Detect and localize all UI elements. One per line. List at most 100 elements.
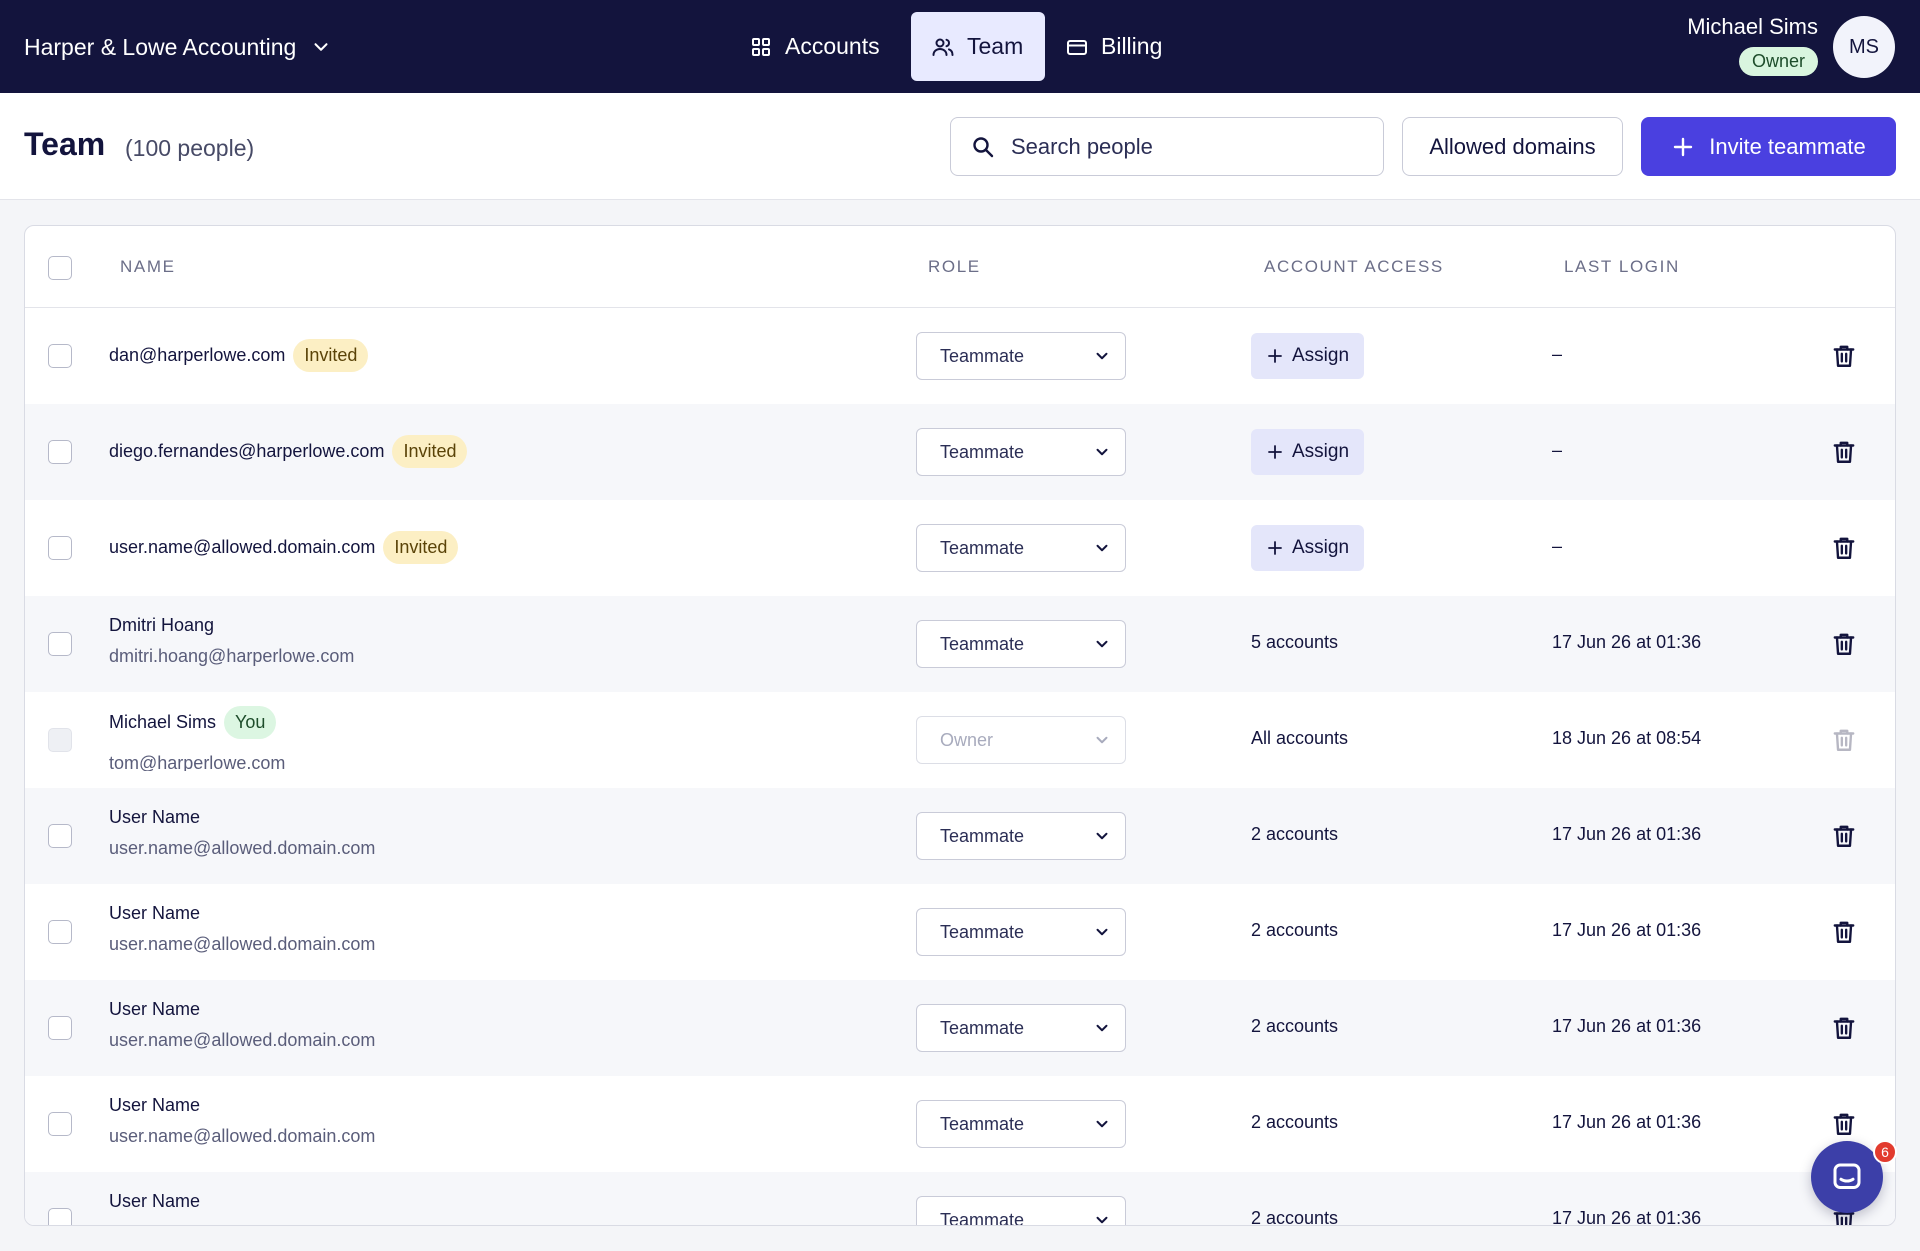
role-select[interactable]: Teammate [916,812,1126,860]
role-value: Teammate [940,345,1025,366]
tab-team[interactable]: Team [911,12,1045,81]
user-name: Michael Sims [1687,14,1818,39]
table-row: Dmitri Hoang dmitri.hoang@harperlowe.com… [25,596,1895,692]
role-select: Owner [916,716,1126,764]
table-row: User Name user.name@allowed.domain.com T… [25,788,1895,884]
member-cell: Michael Sims You [109,706,277,739]
role-select[interactable]: Teammate [916,620,1126,668]
table-row: User Name user.name@allowed.domain.com T… [25,884,1895,980]
invite-teammate-label: Invite teammate [1709,133,1866,159]
chevron-down-icon [1096,352,1108,360]
account-access: 2 accounts [1251,1208,1339,1226]
assign-button[interactable]: Assign [1251,429,1364,475]
table-row: user.name@allowed.domain.com Invited Team… [25,500,1895,596]
row-checkbox[interactable] [48,1112,72,1136]
role-select[interactable]: Teammate [916,332,1126,380]
role-select[interactable]: Teammate [916,524,1126,572]
tab-billing[interactable]: Billing [1045,12,1195,81]
column-header-last-login: LAST LOGIN [1564,257,1680,276]
plus-icon [1268,349,1282,363]
last-login: 17 Jun 26 at 01:36 [1552,632,1702,652]
assign-label: Assign [1291,345,1350,366]
avatar[interactable]: MS [1833,16,1895,78]
allowed-domains-button[interactable]: Allowed domains [1402,117,1623,176]
account-access: 2 accounts [1251,1112,1339,1132]
last-login: 17 Jun 26 at 01:36 [1552,1208,1702,1226]
select-all-checkbox[interactable] [48,256,72,280]
trash-icon[interactable] [1831,919,1857,945]
role-select[interactable]: Teammate [916,1100,1126,1148]
role-select[interactable]: Teammate [916,1196,1126,1225]
role-value: Teammate [940,633,1025,654]
org-switcher[interactable]: Harper & Lowe Accounting [24,30,332,64]
role-value: Teammate [940,1113,1025,1134]
trash-icon[interactable] [1831,439,1857,465]
chevron-down-icon [1096,1024,1108,1032]
chevron-down-icon [1096,1120,1108,1128]
table-row: diego.fernandes@harperlowe.com Invited Te… [25,404,1895,500]
search-box[interactable] [950,117,1384,176]
chevron-down-icon [1096,736,1108,744]
member-name: User Name [109,1191,201,1211]
last-login: – [1552,536,1563,556]
account-access: 2 accounts [1251,920,1339,940]
last-login: 18 Jun 26 at 08:54 [1552,728,1702,748]
you-badge: You [224,706,277,739]
member-email: dan@harperlowe.com [109,345,286,365]
tab-billing-label: Billing [1101,33,1163,59]
search-input[interactable] [1011,133,1361,160]
plus-icon [1268,445,1282,459]
row-checkbox[interactable] [48,632,72,656]
account-access: 2 accounts [1251,1016,1339,1036]
member-email: user.name@allowed.domain.com [109,934,376,954]
member-name: Dmitri Hoang [109,615,215,635]
trash-icon[interactable] [1831,343,1857,369]
last-login: 17 Jun 26 at 01:36 [1552,920,1702,940]
last-login: 17 Jun 26 at 01:36 [1552,1016,1702,1036]
role-select[interactable]: Teammate [916,908,1126,956]
trash-icon[interactable] [1831,1015,1857,1041]
unread-badge: 6 [1873,1140,1897,1164]
role-select[interactable]: Teammate [916,428,1126,476]
grid-icon [752,37,770,56]
trash-icon[interactable] [1831,535,1857,561]
account-access: 5 accounts [1251,632,1339,652]
row-checkbox[interactable] [48,536,72,560]
row-checkbox[interactable] [48,1208,72,1225]
role-select[interactable]: Teammate [916,1004,1126,1052]
invited-badge: Invited [383,531,459,564]
trash-icon[interactable] [1831,823,1857,849]
table-row: User Name user.name@allowed.domain.com T… [25,980,1895,1076]
page-title: Team [24,126,106,162]
chevron-down-icon [1096,448,1108,456]
row-checkbox [48,728,72,752]
trash-icon[interactable] [1831,1111,1857,1137]
last-login: – [1552,440,1563,460]
last-login: – [1552,344,1563,364]
chat-icon [1833,1163,1861,1189]
member-name: User Name [109,999,201,1019]
trash-icon [1833,729,1855,751]
role-value: Teammate [940,921,1025,942]
invite-teammate-button[interactable]: Invite teammate [1641,117,1896,176]
member-name: Michael Sims [109,712,217,732]
role-value: Teammate [940,537,1025,558]
row-checkbox[interactable] [48,344,72,368]
role-value: Teammate [940,1017,1025,1038]
chevron-down-icon [1096,544,1108,552]
row-checkbox[interactable] [48,440,72,464]
tab-accounts[interactable]: Accounts [729,12,911,81]
row-checkbox[interactable] [48,1016,72,1040]
trash-icon[interactable] [1831,631,1857,657]
member-name: User Name [109,807,201,827]
member-name: User Name [109,1095,201,1115]
current-user: Michael Sims Owner [1687,14,1818,76]
row-checkbox[interactable] [48,824,72,848]
invited-badge: Invited [293,339,369,372]
last-login: 17 Jun 26 at 01:36 [1552,824,1702,844]
chevron-down-icon [1096,928,1108,936]
row-checkbox[interactable] [48,920,72,944]
assign-button[interactable]: Assign [1251,525,1364,571]
role-value: Teammate [940,825,1025,846]
assign-button[interactable]: Assign [1251,333,1364,379]
